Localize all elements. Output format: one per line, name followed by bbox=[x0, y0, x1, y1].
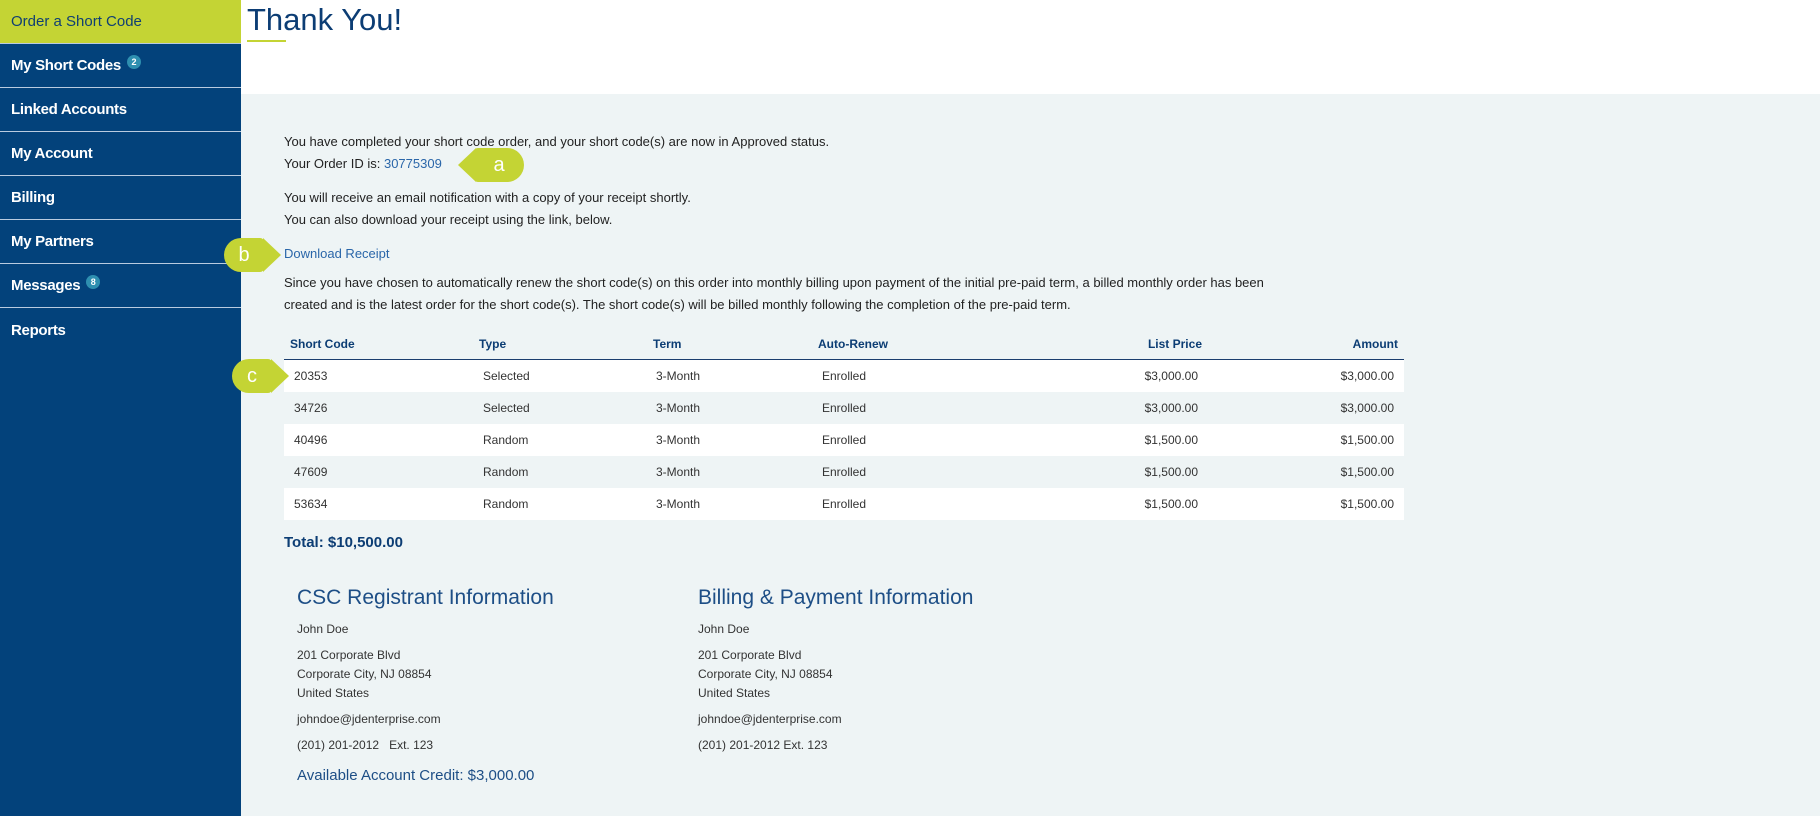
column-header-type: Type bbox=[479, 337, 507, 351]
term-cell: 3-Month bbox=[656, 497, 701, 511]
type-cell: Random bbox=[483, 433, 529, 447]
sidebar-item-billing[interactable]: Billing bbox=[0, 176, 241, 220]
callout-c-pointer bbox=[271, 359, 289, 393]
callout-label: b bbox=[238, 243, 250, 266]
table-row: 47609 Random 3-Month Enrolled $1,500.00 … bbox=[284, 456, 1404, 488]
sidebar-item-label: My Partners bbox=[11, 233, 94, 250]
count-badge: 8 bbox=[86, 274, 101, 289]
auto-renew-cell: Enrolled bbox=[822, 401, 867, 415]
amount-cell: $1,500.00 bbox=[1340, 465, 1394, 479]
registrant-address1: 201 Corporate Blvd bbox=[297, 648, 401, 662]
count-badge: 2 bbox=[126, 54, 141, 69]
order-id-line: Your Order ID is: 30775309 bbox=[284, 156, 442, 171]
amount-cell: $1,500.00 bbox=[1340, 497, 1394, 511]
short-code-link[interactable]: 47609 bbox=[294, 465, 327, 479]
sidebar-item-my-account[interactable]: My Account bbox=[0, 132, 241, 176]
download-receipt-link[interactable]: Download Receipt bbox=[284, 246, 390, 261]
sidebar-item-label: Order a Short Code bbox=[11, 13, 142, 30]
term-cell: 3-Month bbox=[656, 465, 701, 479]
email-notification-text: You will receive an email notification w… bbox=[284, 190, 691, 205]
registrant-name: John Doe bbox=[297, 622, 349, 636]
auto-renew-cell: Enrolled bbox=[822, 369, 867, 383]
auto-renew-cell: Enrolled bbox=[822, 433, 867, 447]
table-header-row: Short Code Type Term Auto-Renew List Pri… bbox=[284, 332, 1404, 360]
short-code-link[interactable]: 20353 bbox=[294, 369, 327, 383]
billing-country: United States bbox=[698, 686, 771, 700]
order-table: Short Code Type Term Auto-Renew List Pri… bbox=[284, 332, 1404, 520]
auto-renew-cell: Enrolled bbox=[822, 497, 867, 511]
order-id-label: Your Order ID is: bbox=[284, 156, 381, 171]
column-header-list-price: List Price bbox=[1147, 337, 1202, 351]
billing-name: John Doe bbox=[698, 622, 750, 636]
term-cell: 3-Month bbox=[656, 401, 701, 415]
type-cell: Random bbox=[483, 497, 529, 511]
registrant-address2: Corporate City, NJ 08854 bbox=[297, 667, 432, 681]
amount-cell: $3,000.00 bbox=[1340, 369, 1394, 383]
callout-b-pointer bbox=[263, 238, 281, 272]
sidebar-item-label: Reports bbox=[11, 321, 66, 339]
billing-info-title: Billing & Payment Information bbox=[698, 586, 974, 609]
sidebar-item-messages[interactable]: Messages 8 bbox=[0, 264, 241, 308]
callout-c: c bbox=[232, 359, 272, 393]
auto-renew-cell: Enrolled bbox=[822, 465, 867, 479]
column-header-auto-renew: Auto-Renew bbox=[818, 337, 888, 351]
short-code-link[interactable]: 34726 bbox=[294, 401, 327, 415]
registrant-country: United States bbox=[297, 686, 370, 700]
table-row: 40496 Random 3-Month Enrolled $1,500.00 … bbox=[284, 424, 1404, 456]
sidebar-item-label: Linked Accounts bbox=[11, 101, 127, 118]
short-code-link[interactable]: 40496 bbox=[294, 433, 327, 447]
table-row: 34726 Selected 3-Month Enrolled $3,000.0… bbox=[284, 392, 1404, 424]
registrant-info-title: CSC Registrant Information bbox=[297, 586, 554, 609]
amount-cell: $3,000.00 bbox=[1340, 401, 1394, 415]
order-id-link[interactable]: 30775309 bbox=[384, 156, 442, 171]
auto-renew-text-line2: created and is the latest order for the … bbox=[284, 297, 1071, 312]
table-row: 20353 Selected 3-Month Enrolled $3,000.0… bbox=[284, 360, 1404, 392]
sidebar-item-reports[interactable]: Reports bbox=[0, 308, 241, 352]
sidebar-item-linked-accounts[interactable]: Linked Accounts bbox=[0, 88, 241, 132]
available-credit: Available Account Credit: $3,000.00 bbox=[297, 767, 535, 784]
list-price-cell: $3,000.00 bbox=[1144, 401, 1198, 415]
column-header-short-code: Short Code bbox=[290, 337, 355, 351]
column-header-term: Term bbox=[653, 337, 682, 351]
type-cell: Selected bbox=[483, 401, 530, 415]
title-underline bbox=[247, 40, 286, 42]
callout-a: a bbox=[474, 148, 524, 182]
sidebar-nav: Order a Short Code My Short Codes 2 Link… bbox=[0, 0, 241, 816]
billing-address1: 201 Corporate Blvd bbox=[698, 648, 802, 662]
auto-renew-text-line1: Since you have chosen to automatically r… bbox=[284, 275, 1264, 290]
billing-address2: Corporate City, NJ 08854 bbox=[698, 667, 833, 681]
registrant-phone: (201) 201-2012 Ext. 123 bbox=[297, 738, 434, 752]
sidebar-item-label: Messages bbox=[11, 277, 81, 294]
page-title: Thank You! bbox=[247, 2, 403, 37]
billing-phone: (201) 201-2012 Ext. 123 bbox=[698, 738, 828, 752]
sidebar-item-label: My Account bbox=[11, 145, 93, 162]
table-row: 53634 Random 3-Month Enrolled $1,500.00 … bbox=[284, 488, 1404, 520]
sidebar-item-order-short-code[interactable]: Order a Short Code bbox=[0, 0, 241, 44]
registrant-email: johndoe@jdenterprise.com bbox=[297, 712, 441, 726]
list-price-cell: $3,000.00 bbox=[1144, 369, 1198, 383]
order-total: Total: $10,500.00 bbox=[284, 534, 403, 551]
sidebar-item-label: Billing bbox=[11, 189, 55, 206]
download-hint-text: You can also download your receipt using… bbox=[284, 212, 613, 227]
callout-label: c bbox=[247, 364, 257, 387]
list-price-cell: $1,500.00 bbox=[1144, 497, 1198, 511]
short-code-link[interactable]: 53634 bbox=[294, 497, 327, 511]
list-price-cell: $1,500.00 bbox=[1144, 465, 1198, 479]
term-cell: 3-Month bbox=[656, 433, 701, 447]
completed-message: You have completed your short code order… bbox=[284, 134, 830, 149]
callout-b: b bbox=[224, 238, 264, 272]
billing-email: johndoe@jdenterprise.com bbox=[698, 712, 842, 726]
sidebar-item-label: My Short Codes bbox=[11, 57, 121, 74]
callout-label: a bbox=[493, 153, 505, 176]
amount-cell: $1,500.00 bbox=[1340, 433, 1394, 447]
term-cell: 3-Month bbox=[656, 369, 701, 383]
type-cell: Random bbox=[483, 465, 529, 479]
list-price-cell: $1,500.00 bbox=[1144, 433, 1198, 447]
column-header-amount: Amount bbox=[1352, 337, 1398, 351]
sidebar-item-my-partners[interactable]: My Partners bbox=[0, 220, 241, 264]
type-cell: Selected bbox=[483, 369, 530, 383]
sidebar-item-my-short-codes[interactable]: My Short Codes 2 bbox=[0, 44, 241, 88]
callout-a-pointer bbox=[458, 148, 476, 182]
